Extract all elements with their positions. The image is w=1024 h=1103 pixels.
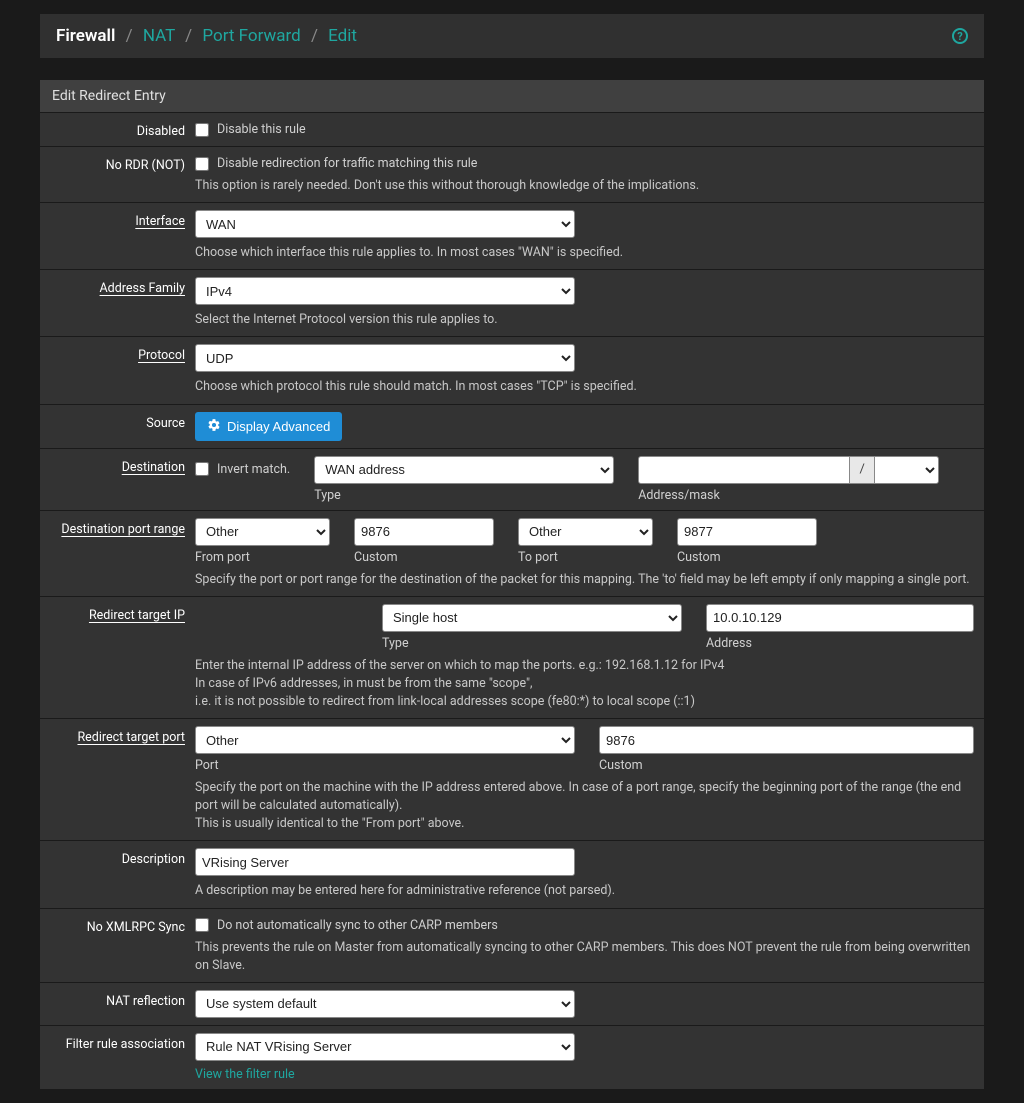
- col-toport-label: To port: [518, 550, 653, 565]
- input-redirport-custom[interactable]: [599, 726, 974, 754]
- select-addrfam[interactable]: IPv4: [195, 277, 575, 305]
- row-filterassoc: Filter rule association Rule NAT VRising…: [40, 1025, 984, 1089]
- select-redirip-type[interactable]: Single host: [382, 604, 682, 632]
- select-dest-type[interactable]: WAN address: [314, 456, 614, 484]
- row-addrfam: Address Family IPv4 Select the Internet …: [40, 269, 984, 336]
- checkbox-invert-label: Invert match.: [217, 462, 290, 477]
- label-addrfam: Address Family: [50, 277, 195, 296]
- checkbox-nordr-label: Disable redirection for traffic matching…: [217, 156, 477, 171]
- button-display-advanced[interactable]: Display Advanced: [195, 412, 342, 441]
- col-toport-custom-label: Custom: [677, 550, 817, 565]
- input-fromport-custom[interactable]: [354, 518, 494, 546]
- select-natrefl[interactable]: Use system default: [195, 990, 575, 1018]
- label-protocol: Protocol: [50, 344, 195, 363]
- row-redirport: Redirect target port Other Port Custom S…: [40, 718, 984, 840]
- label-redirport: Redirect target port: [50, 726, 195, 745]
- breadcrumb-nat[interactable]: NAT: [143, 26, 175, 46]
- checkbox-invert-match[interactable]: [195, 462, 209, 476]
- breadcrumb: Firewall / NAT / Port Forward / Edit: [56, 26, 357, 46]
- col-redirport-label: Port: [195, 758, 575, 773]
- help-nordr: This option is rarely needed. Don't use …: [195, 177, 974, 195]
- breadcrumb-root: Firewall: [56, 26, 115, 46]
- help-addrfam: Select the Internet Protocol version thi…: [195, 311, 974, 329]
- label-natrefl: NAT reflection: [50, 990, 195, 1009]
- label-nordr: No RDR (NOT): [50, 154, 195, 173]
- select-toport[interactable]: Other: [518, 518, 653, 546]
- label-disabled: Disabled: [50, 120, 195, 139]
- label-filterassoc: Filter rule association: [50, 1033, 195, 1052]
- help-interface: Choose which interface this rule applies…: [195, 244, 974, 262]
- help-destport: Specify the port or port range for the d…: [195, 571, 974, 589]
- input-dest-address[interactable]: [638, 456, 850, 484]
- select-filterassoc[interactable]: Rule NAT VRising Server: [195, 1033, 575, 1061]
- row-redirip: Redirect target IP Single host Type Addr…: [40, 596, 984, 718]
- row-noxmlrpc: No XMLRPC Sync Do not automatically sync…: [40, 908, 984, 982]
- row-destination: Destination Invert match. WAN address Ty…: [40, 448, 984, 510]
- select-dest-mask[interactable]: [874, 456, 939, 484]
- col-fromport-label: From port: [195, 550, 330, 565]
- row-source: Source Display Advanced: [40, 404, 984, 448]
- col-fromport-custom-label: Custom: [354, 550, 494, 565]
- label-destination: Destination: [50, 456, 195, 475]
- select-interface[interactable]: WAN: [195, 210, 575, 238]
- label-redirip: Redirect target IP: [50, 604, 195, 623]
- page-header: Firewall / NAT / Port Forward / Edit ?: [40, 14, 984, 58]
- row-disabled: Disabled Disable this rule: [40, 112, 984, 146]
- row-nordr: No RDR (NOT) Disable redirection for tra…: [40, 146, 984, 202]
- label-source: Source: [50, 412, 195, 431]
- row-interface: Interface WAN Choose which interface thi…: [40, 202, 984, 269]
- gear-icon: [207, 418, 221, 435]
- input-description[interactable]: [195, 848, 575, 876]
- col-redirport-custom-label: Custom: [599, 758, 974, 773]
- row-destport: Destination port range Other From port C…: [40, 510, 984, 596]
- checkbox-noxmlrpc-label: Do not automatically sync to other CARP …: [217, 918, 498, 933]
- help-protocol: Choose which protocol this rule should m…: [195, 378, 974, 396]
- panel-edit-redirect: Edit Redirect Entry Disabled Disable thi…: [40, 80, 984, 1089]
- checkbox-nordr[interactable]: [195, 157, 209, 171]
- help-noxmlrpc: This prevents the rule on Master from au…: [195, 939, 974, 975]
- row-natrefl: NAT reflection Use system default: [40, 982, 984, 1025]
- label-interface: Interface: [50, 210, 195, 229]
- select-redirport[interactable]: Other: [195, 726, 575, 754]
- input-toport-custom[interactable]: [677, 518, 817, 546]
- link-view-filter-rule[interactable]: View the filter rule: [195, 1067, 295, 1082]
- input-redirip-address[interactable]: [706, 604, 974, 632]
- col-redirip-addr-label: Address: [706, 636, 974, 651]
- panel-title: Edit Redirect Entry: [40, 80, 984, 112]
- row-description: Description A description may be entered…: [40, 840, 984, 907]
- select-fromport[interactable]: Other: [195, 518, 330, 546]
- address-mask-sep: /: [850, 456, 874, 484]
- col-dest-mask-label: Address/mask: [638, 488, 939, 503]
- select-protocol[interactable]: UDP: [195, 344, 575, 372]
- label-noxmlrpc: No XMLRPC Sync: [50, 916, 195, 935]
- help-redirip: Enter the internal IP address of the ser…: [195, 657, 974, 711]
- breadcrumb-portforward[interactable]: Port Forward: [202, 26, 300, 46]
- checkbox-disabled-label: Disable this rule: [217, 122, 306, 137]
- checkbox-disabled[interactable]: [195, 123, 209, 137]
- help-redirport: Specify the port on the machine with the…: [195, 779, 974, 833]
- col-dest-type-label: Type: [314, 488, 614, 503]
- label-description: Description: [50, 848, 195, 867]
- help-description: A description may be entered here for ad…: [195, 882, 974, 900]
- row-protocol: Protocol UDP Choose which protocol this …: [40, 336, 984, 403]
- breadcrumb-edit[interactable]: Edit: [328, 26, 357, 46]
- checkbox-noxmlrpc[interactable]: [195, 918, 209, 932]
- help-icon[interactable]: ?: [952, 28, 968, 44]
- col-redirip-type-label: Type: [382, 636, 682, 651]
- button-display-advanced-label: Display Advanced: [227, 419, 330, 434]
- label-destport: Destination port range: [50, 518, 195, 537]
